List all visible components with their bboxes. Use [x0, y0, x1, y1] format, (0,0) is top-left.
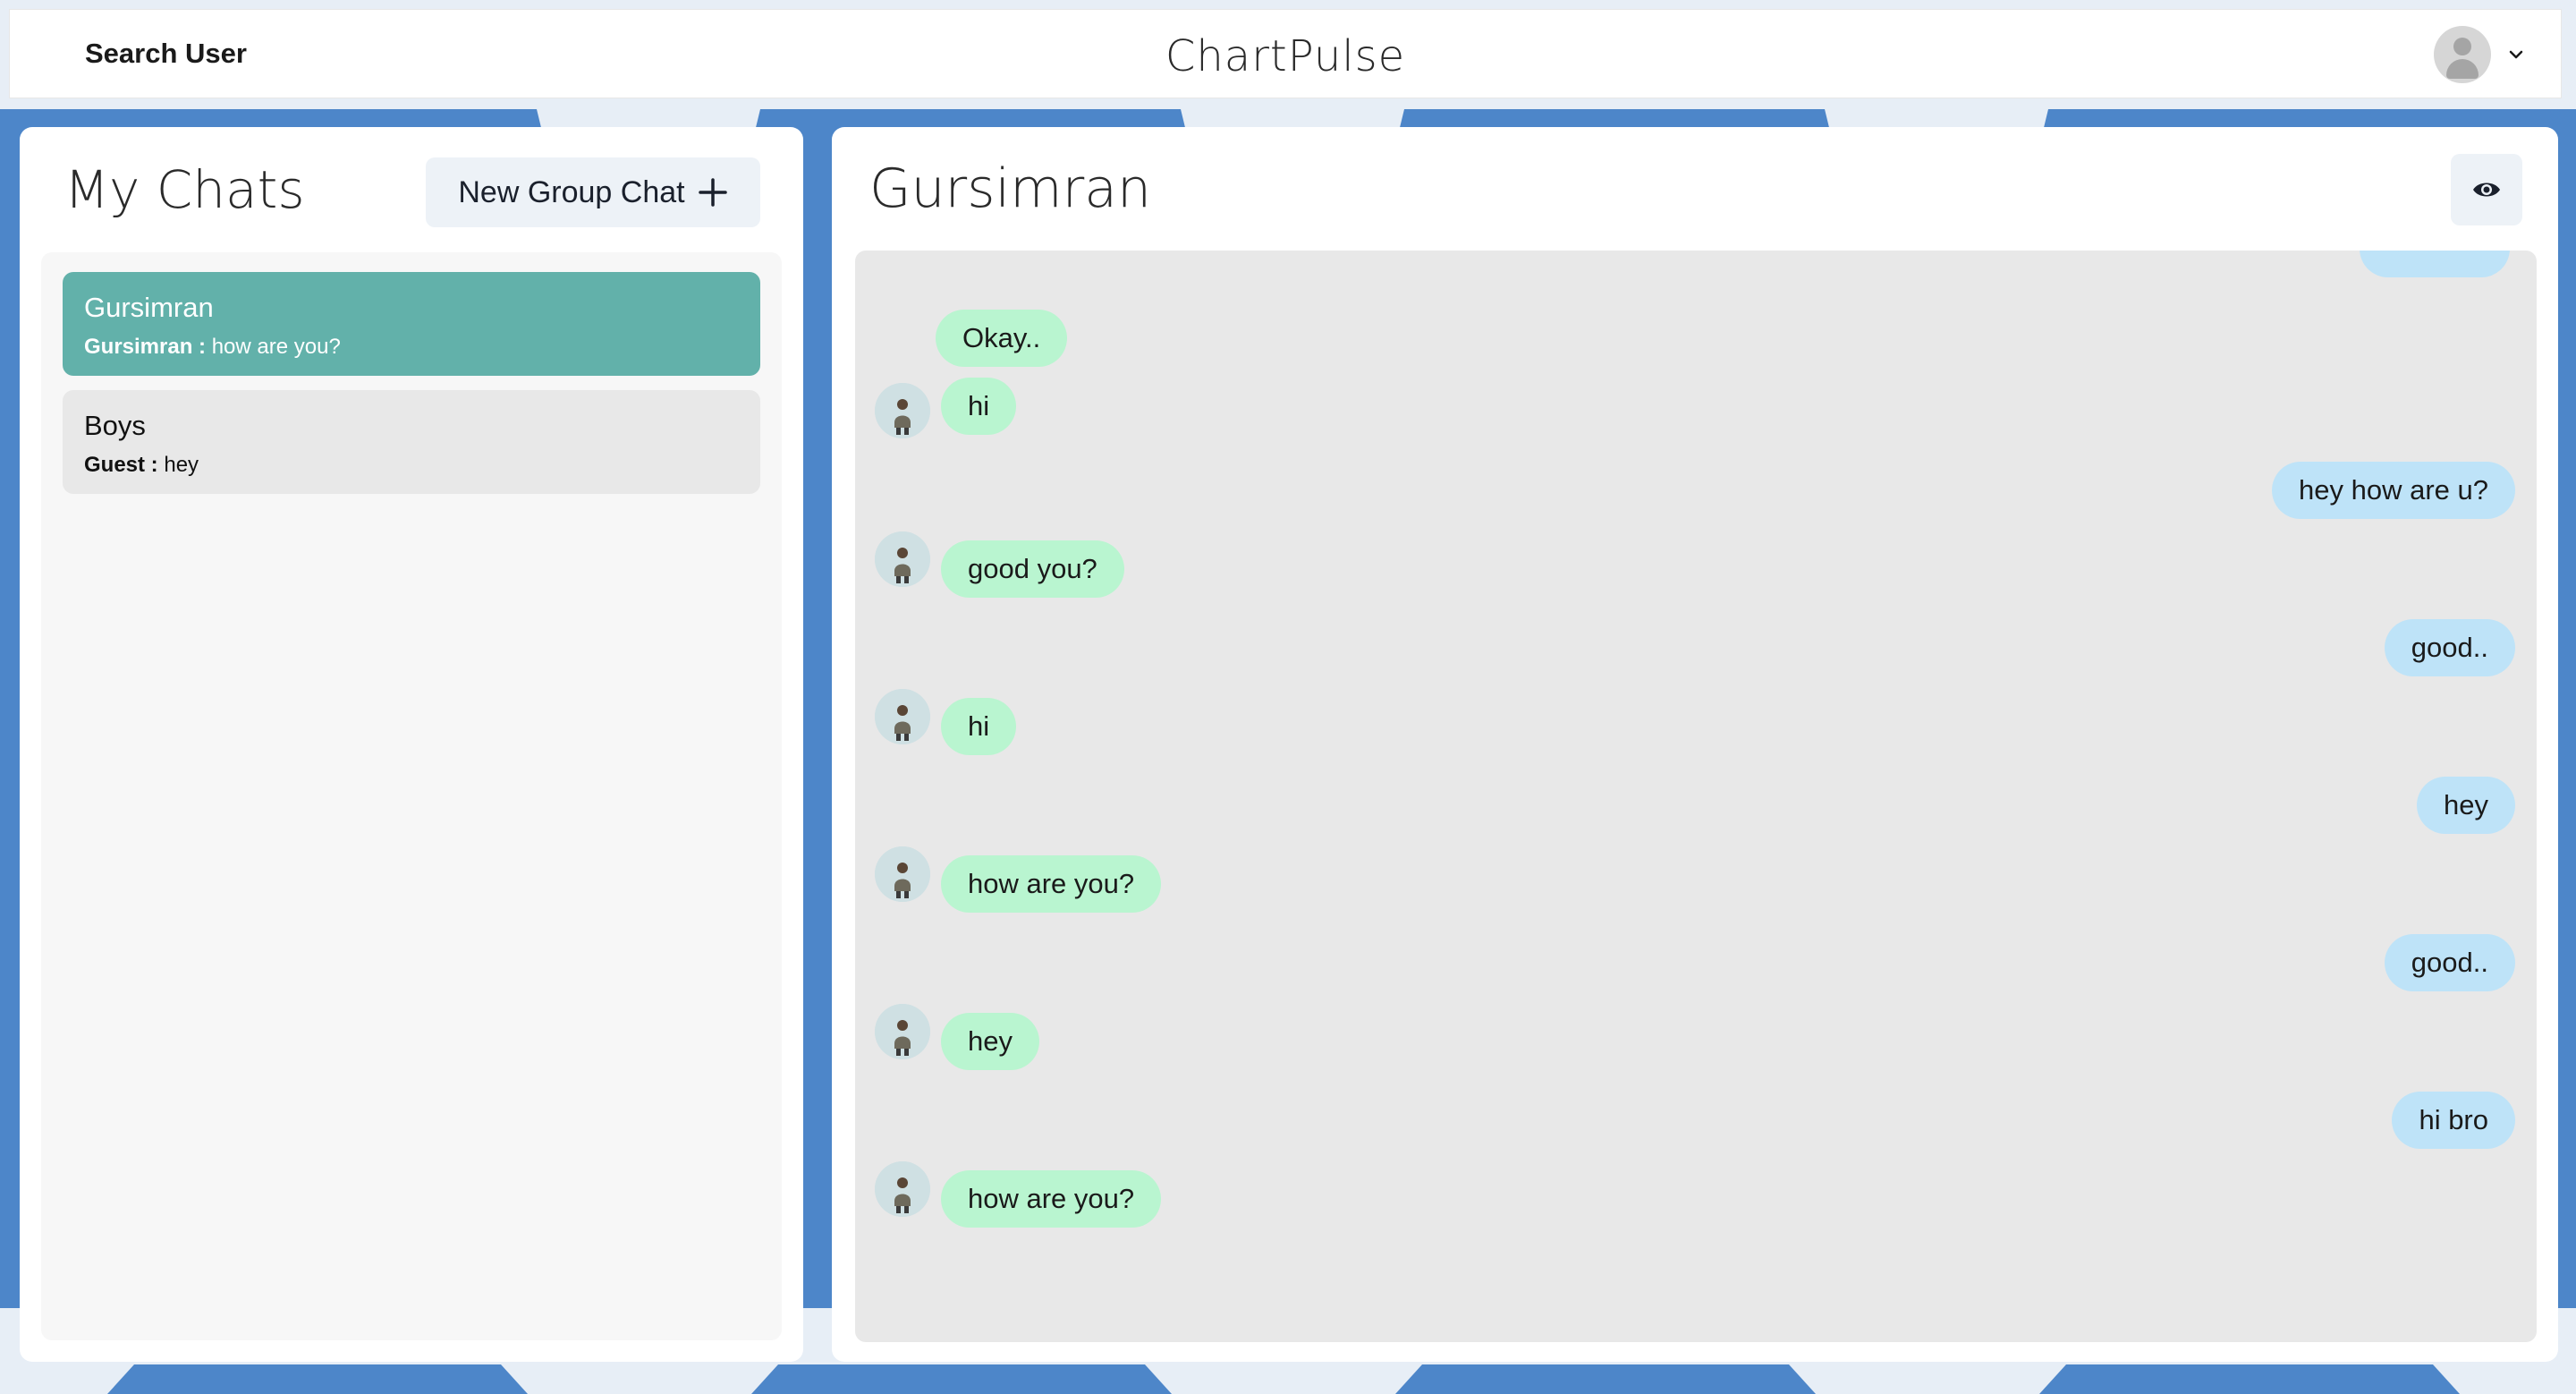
chat-last-message: Guest : hey	[84, 453, 739, 478]
chat-list-item-gursimran[interactable]: Gursimran Gursimran : how are you?	[63, 272, 760, 376]
message-bubble-outgoing: good..	[2384, 934, 2515, 991]
chat-last-sender: Gursimran :	[84, 335, 207, 359]
sender-avatar[interactable]	[875, 531, 930, 587]
message-bubble-incoming: how are you?	[941, 1170, 1162, 1228]
eye-icon	[2473, 183, 2500, 197]
app-brand-title: ChartPulse	[1165, 31, 1406, 81]
message-bubble-outgoing: hey	[2417, 777, 2515, 834]
chat-panel: Gursimran Okay.. hi hey how are u? good …	[832, 127, 2558, 1362]
chat-last-text: how are you?	[211, 335, 341, 359]
person-avatar-icon	[875, 1004, 930, 1059]
messages-area[interactable]: Okay.. hi hey how are u? good you? good.…	[855, 251, 2537, 1342]
message-bubble-outgoing: hey how are u?	[2272, 462, 2515, 519]
view-profile-button[interactable]	[2451, 154, 2522, 225]
new-group-chat-button[interactable]: New Group Chat	[426, 157, 760, 227]
plus-icon	[698, 178, 727, 207]
sender-avatar[interactable]	[875, 1161, 930, 1217]
user-avatar-icon[interactable]	[2434, 26, 2491, 83]
person-avatar-icon	[875, 1161, 930, 1217]
chat-last-sender: Guest :	[84, 453, 158, 477]
chat-list-item-boys[interactable]: Boys Guest : hey	[63, 390, 760, 494]
message-bubble-incoming: Okay..	[936, 310, 1068, 367]
person-avatar-icon	[875, 846, 930, 902]
sender-avatar[interactable]	[875, 383, 930, 438]
message-bubble-incoming: hi	[941, 378, 1017, 435]
chat-last-text: hey	[164, 453, 199, 477]
chat-list: Gursimran Gursimran : how are you? Boys …	[41, 252, 782, 1340]
message-bubble-incoming: good you?	[941, 540, 1124, 598]
my-chats-panel: My Chats New Group Chat Gursimran Gursim…	[20, 127, 803, 1362]
message-bubble-outgoing: good..	[2384, 619, 2515, 676]
chat-name: Boys	[84, 410, 146, 441]
person-avatar-icon	[875, 531, 930, 587]
sender-avatar[interactable]	[875, 689, 930, 744]
chat-title: Gursimran	[869, 157, 1152, 220]
chat-name: Gursimran	[84, 292, 214, 323]
message-bubble-incoming: hey	[941, 1013, 1039, 1070]
message-bubble-outgoing: hi bro	[2392, 1092, 2515, 1149]
chevron-down-icon[interactable]	[2507, 46, 2525, 64]
sender-avatar[interactable]	[875, 846, 930, 902]
message-bubble-partial	[2360, 251, 2510, 277]
message-bubble-incoming: how are you?	[941, 855, 1162, 913]
user-menu-button[interactable]	[2434, 26, 2525, 83]
sender-avatar[interactable]	[875, 1004, 930, 1059]
top-bar: Search User ChartPulse	[9, 9, 2562, 98]
person-avatar-icon	[875, 689, 930, 744]
my-chats-title: My Chats	[64, 159, 305, 220]
message-bubble-incoming: hi	[941, 698, 1017, 755]
chat-last-message: Gursimran : how are you?	[84, 335, 739, 360]
new-group-chat-label: New Group Chat	[458, 174, 685, 209]
person-avatar-icon	[875, 383, 930, 438]
